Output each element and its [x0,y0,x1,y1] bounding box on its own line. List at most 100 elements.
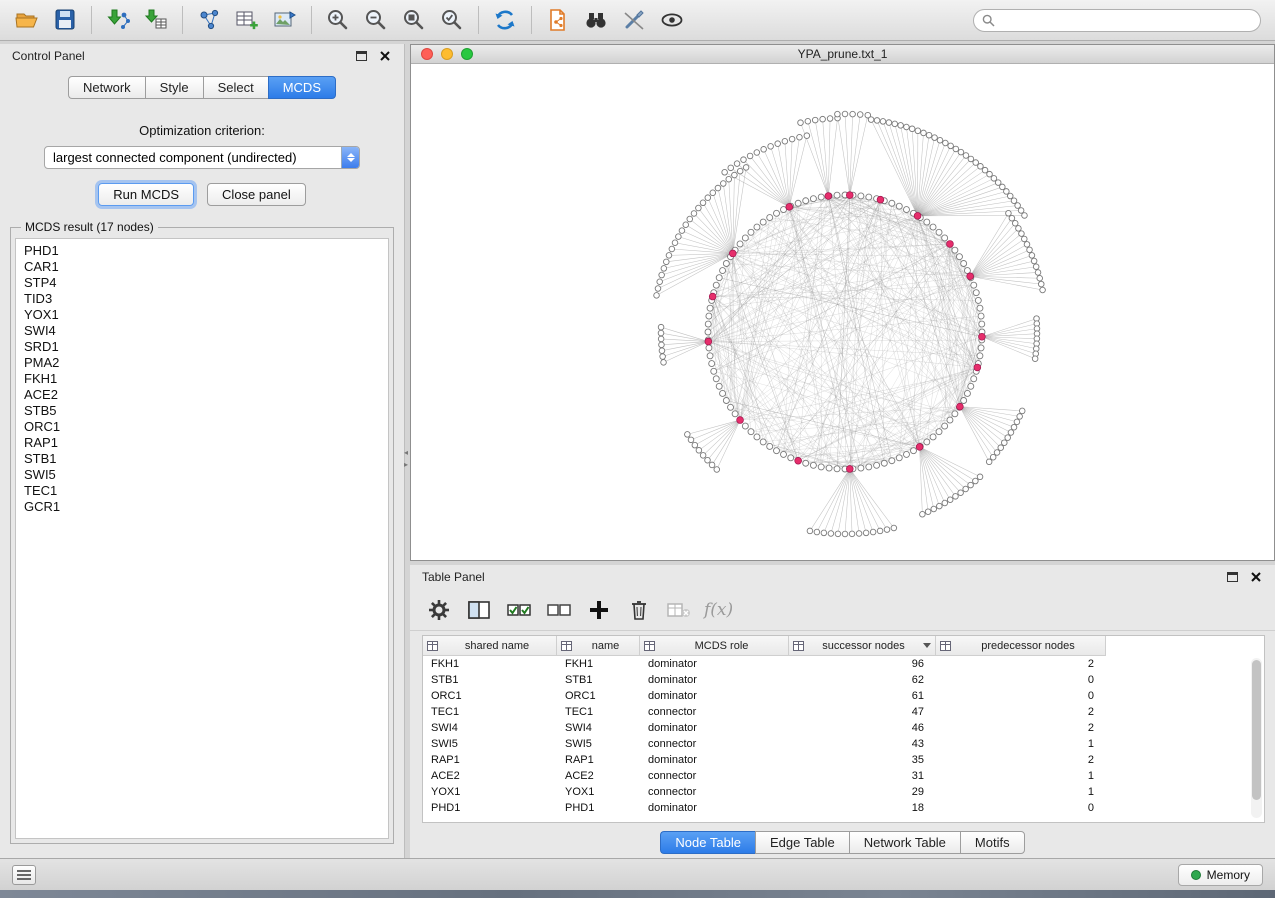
criterion-dropdown[interactable]: largest connected component (undirected) [44,146,360,169]
tab-select[interactable]: Select [203,76,268,99]
column-header-mcds-role[interactable]: MCDS role [640,636,789,656]
plus-icon [588,599,610,621]
result-node-item[interactable]: SWI4 [24,323,388,339]
result-node-item[interactable]: SWI5 [24,467,388,483]
show-columns-button[interactable] [464,595,494,625]
memory-button[interactable]: Memory [1178,864,1263,886]
tab-network[interactable]: Network [68,76,145,99]
table-row[interactable]: PHD1PHD1dominator180 [423,800,1264,816]
table-cell: dominator [640,690,789,702]
tab-motifs[interactable]: Motifs [960,831,1025,854]
result-node-item[interactable]: ACE2 [24,387,388,403]
table-scrollbar[interactable] [1251,658,1262,818]
table-row[interactable]: FKH1FKH1dominator962 [423,656,1264,672]
table-cell: 1 [936,738,1106,750]
result-node-item[interactable]: RAP1 [24,435,388,451]
result-node-item[interactable]: PHD1 [24,243,388,259]
zoom-in-button[interactable] [319,3,357,37]
new-network-icon [196,7,222,33]
refresh-button[interactable] [486,3,524,37]
mcds-result-list[interactable]: PHD1CAR1STP4TID3YOX1SWI4SRD1PMA2FKH1ACE2… [15,238,389,839]
tab-network-table[interactable]: Network Table [849,831,960,854]
close-icon [380,51,390,61]
result-node-item[interactable]: GCR1 [24,499,388,515]
unselect-all-columns-button[interactable] [544,595,574,625]
import-network-button[interactable] [99,3,137,37]
column-type-icon [644,641,655,651]
zoom-fit-button[interactable] [395,3,433,37]
tab-mcds[interactable]: MCDS [268,76,336,99]
task-history-button[interactable] [12,865,36,885]
select-all-columns-button[interactable] [504,595,534,625]
table-row[interactable]: SWI5SWI5connector431 [423,736,1264,752]
table-cell: PHD1 [423,802,557,814]
save-session-button[interactable] [46,3,84,37]
table-row[interactable]: ORC1ORC1dominator610 [423,688,1264,704]
table-settings-button[interactable] [424,595,454,625]
network-window-title: YPA_prune.txt_1 [411,47,1274,61]
close-panel-button[interactable] [378,50,392,62]
vertical-splitter[interactable]: ◂ ▸ [405,44,410,858]
search-input[interactable] [1001,13,1252,27]
scrollbar-thumb[interactable] [1252,660,1261,800]
graphics-details-button[interactable] [615,3,653,37]
result-node-item[interactable]: TID3 [24,291,388,307]
show-hide-button[interactable] [653,3,691,37]
table-row[interactable]: TEC1TEC1connector472 [423,704,1264,720]
column-header-name[interactable]: name [557,636,640,656]
close-panel-button-mcds[interactable]: Close panel [207,183,306,206]
splitter-collapse-right-icon[interactable]: ▸ [404,460,408,469]
close-table-panel-button[interactable] [1249,571,1263,583]
network-window-titlebar[interactable]: YPA_prune.txt_1 [411,45,1274,64]
result-node-item[interactable]: TEC1 [24,483,388,499]
add-column-button[interactable] [584,595,614,625]
result-node-item[interactable]: SRD1 [24,339,388,355]
table-row[interactable]: RAP1RAP1dominator352 [423,752,1264,768]
import-table-button[interactable] [137,3,175,37]
column-header-shared-name[interactable]: shared name [423,636,557,656]
new-table-button[interactable] [228,3,266,37]
network-canvas[interactable] [411,64,1274,560]
list-icon [17,870,31,880]
table-cell: dominator [640,754,789,766]
tab-style[interactable]: Style [145,76,203,99]
result-node-item[interactable]: YOX1 [24,307,388,323]
table-cell: SWI5 [423,738,557,750]
result-node-item[interactable]: ORC1 [24,419,388,435]
export-image-button[interactable] [266,3,304,37]
table-cell: connector [640,738,789,750]
table-row[interactable]: YOX1YOX1connector291 [423,784,1264,800]
table-cell: connector [640,770,789,782]
zoom-out-button[interactable] [357,3,395,37]
float-table-panel-button[interactable] [1225,571,1239,583]
column-header-predecessor-nodes[interactable]: predecessor nodes [936,636,1106,656]
tab-edge-table[interactable]: Edge Table [755,831,849,854]
result-node-item[interactable]: CAR1 [24,259,388,275]
zoom-selected-button[interactable] [433,3,471,37]
table-row[interactable]: ACE2ACE2connector311 [423,768,1264,784]
result-node-item[interactable]: PMA2 [24,355,388,371]
zoom-fit-icon [401,7,427,33]
delete-column-button[interactable] [624,595,654,625]
toolbar-separator [311,6,312,34]
splitter-collapse-left-icon[interactable]: ◂ [404,448,408,457]
column-header-successor-nodes[interactable]: successor nodes [789,636,936,656]
gear-icon [428,599,450,621]
function-builder-button[interactable]: f(x) [704,600,733,620]
run-mcds-button[interactable]: Run MCDS [98,183,194,206]
result-node-item[interactable]: STB5 [24,403,388,419]
table-row[interactable]: SWI4SWI4dominator462 [423,720,1264,736]
result-node-item[interactable]: STB1 [24,451,388,467]
brush-icon [621,7,647,33]
node-table-body: FKH1FKH1dominator962STB1STB1dominator620… [423,656,1264,816]
table-row[interactable]: STB1STB1dominator620 [423,672,1264,688]
global-search[interactable] [973,9,1261,32]
share-document-button[interactable] [539,3,577,37]
new-network-button[interactable] [190,3,228,37]
tab-node-table[interactable]: Node Table [660,831,755,854]
result-node-item[interactable]: STP4 [24,275,388,291]
search-network-button[interactable] [577,3,615,37]
float-panel-button[interactable] [354,50,368,62]
open-session-button[interactable] [8,3,46,37]
result-node-item[interactable]: FKH1 [24,371,388,387]
